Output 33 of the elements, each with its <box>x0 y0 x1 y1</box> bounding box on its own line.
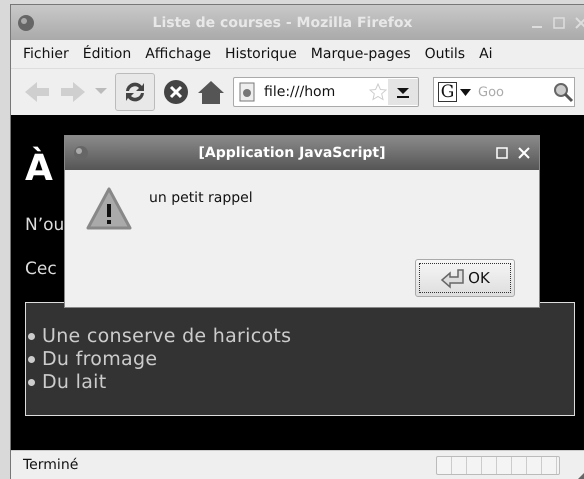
search-icon[interactable] <box>552 81 574 103</box>
star-icon[interactable] <box>368 82 388 102</box>
page-heading: À <box>25 149 53 189</box>
address-field[interactable]: file:///hom <box>233 77 419 107</box>
menu-item[interactable]: Fichier <box>23 46 69 62</box>
dialog-title: [Application JavaScript] <box>198 145 386 161</box>
paragraph: N’ou <box>25 215 64 235</box>
globe-icon <box>17 14 35 32</box>
bullet-icon <box>28 356 35 363</box>
bullet-icon <box>28 379 35 386</box>
list-item: Du fromage <box>42 348 158 371</box>
search-field[interactable]: G Goo <box>433 77 575 107</box>
menu-item[interactable]: Outils <box>424 46 466 62</box>
list-item: Une conserve de haricots <box>42 325 292 348</box>
dialog-message: un petit rappel <box>149 189 254 208</box>
menu-item[interactable]: Marque-pages <box>310 46 411 62</box>
paragraph: Cec <box>25 259 57 279</box>
bullet-icon <box>28 333 35 340</box>
return-arrow-icon <box>440 266 466 288</box>
warning-icon <box>85 186 133 232</box>
list-item: Du lait <box>42 371 106 394</box>
menu-item[interactable]: Historique <box>224 46 297 62</box>
home-button[interactable] <box>197 79 225 105</box>
dropdown-icon[interactable] <box>460 88 471 96</box>
status-text: Terminé <box>23 457 80 473</box>
stop-button[interactable] <box>163 79 189 105</box>
menu-item[interactable]: Ai <box>479 46 493 62</box>
dropdown-icon[interactable] <box>388 79 418 105</box>
ok-button[interactable]: OK <box>415 258 515 296</box>
search-engine-logo[interactable]: G <box>438 82 457 102</box>
menu-item[interactable]: Édition <box>82 46 132 62</box>
menu-item[interactable]: Affichage <box>145 46 211 62</box>
reload-button[interactable] <box>115 73 155 111</box>
